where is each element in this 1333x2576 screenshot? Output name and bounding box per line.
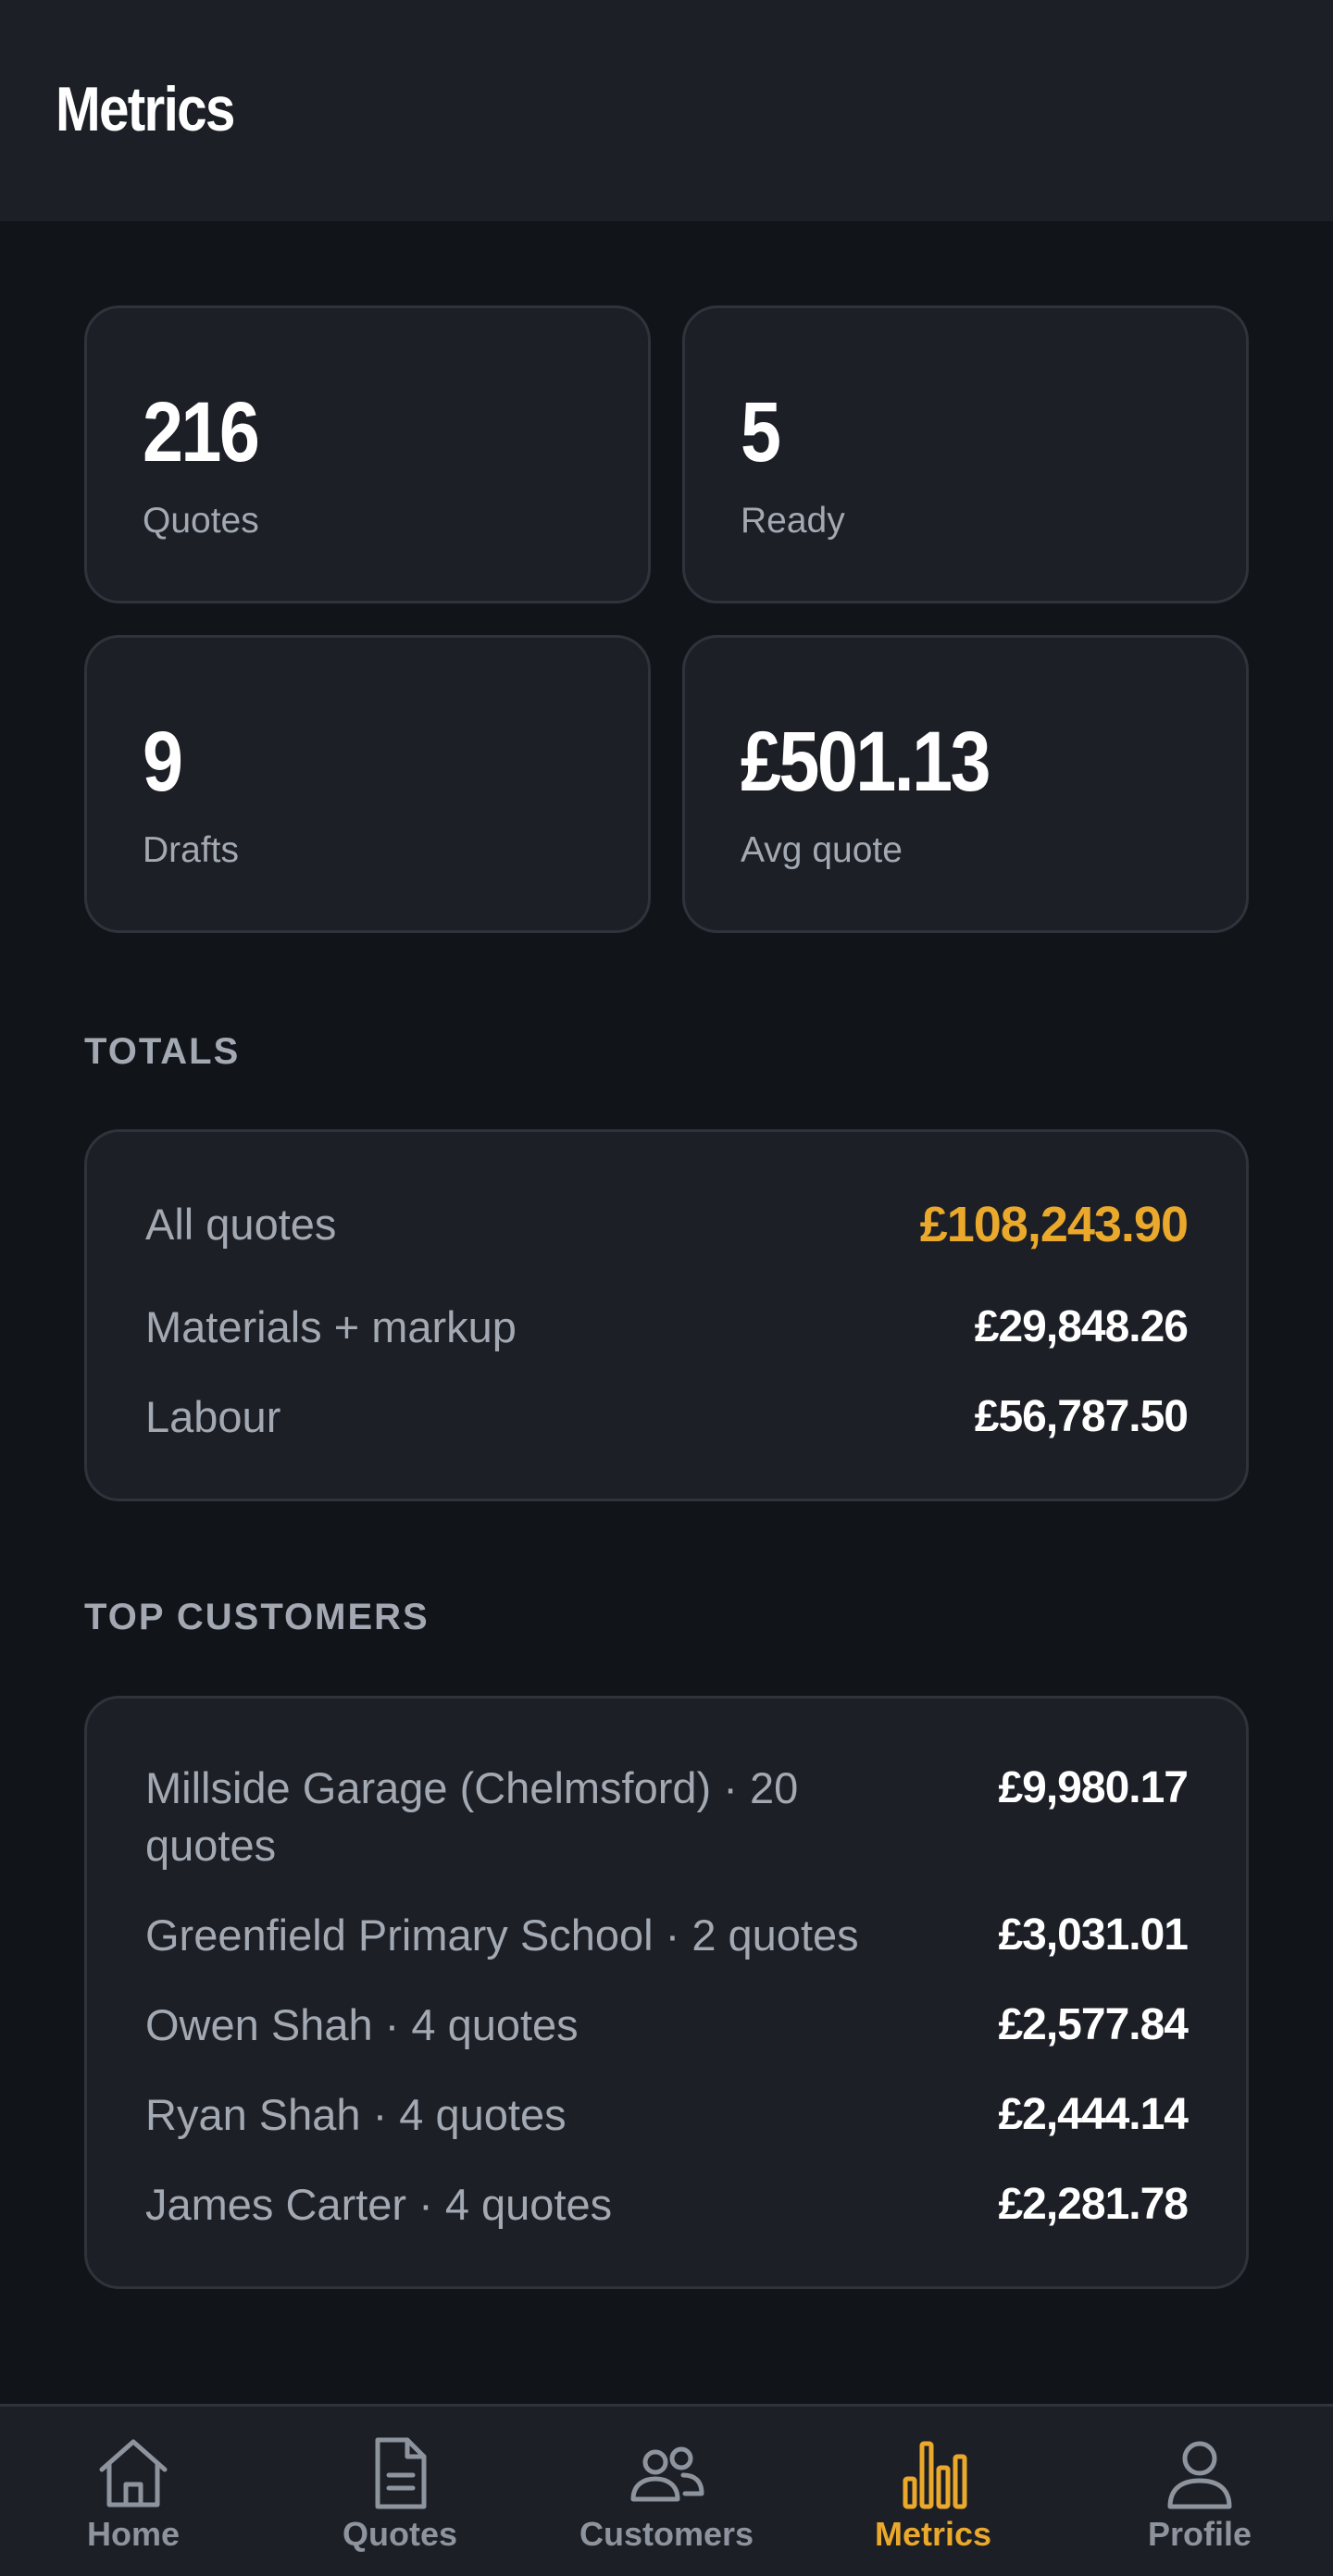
section-title-totals: TOTALS xyxy=(84,1031,241,1072)
page-title: Metrics xyxy=(56,74,235,144)
bar-chart-icon xyxy=(903,2441,967,2509)
customer-name: Millside Garage (Chelmsford) · 20 quotes xyxy=(145,1763,799,1870)
nav-item-home[interactable]: Home xyxy=(0,2407,267,2576)
stat-label: Quotes xyxy=(143,501,259,541)
stat-value: 9 xyxy=(143,715,183,809)
stat-label: Ready xyxy=(741,501,845,541)
totals-row-value: £56,787.50 xyxy=(974,1392,1189,1441)
nav-label: Home xyxy=(86,2515,181,2553)
stat-label: Drafts xyxy=(143,830,240,870)
totals-panel: All quotes £108,243.90 Materials + marku… xyxy=(84,1129,1249,1501)
document-icon xyxy=(375,2437,427,2509)
nav-item-quotes[interactable]: Quotes xyxy=(267,2407,533,2576)
bottom-nav: Home Quotes Customers Metrics Profile xyxy=(0,2404,1333,2576)
nav-item-customers[interactable]: Customers xyxy=(533,2407,800,2576)
nav-label: Quotes xyxy=(342,2515,457,2553)
totals-row-value: £29,848.26 xyxy=(974,1302,1189,1351)
customer-total: £9,980.17 xyxy=(998,1763,1189,1812)
totals-row: All quotes £108,243.90 xyxy=(145,1196,1189,1253)
customer-name: Owen Shah · 4 quotes xyxy=(145,2000,579,2049)
stat-card-quotes: 216 Quotes xyxy=(84,305,651,604)
customer-total: £2,281.78 xyxy=(998,2180,1189,2229)
customer-total: £3,031.01 xyxy=(998,1910,1189,1960)
stat-card-ready: 5 Ready xyxy=(682,305,1249,604)
nav-label: Profile xyxy=(1147,2515,1252,2553)
section-title-top-customers: TOP CUSTOMERS xyxy=(84,1597,430,1637)
stat-value: 5 xyxy=(741,385,781,479)
stat-value: £501.13 xyxy=(741,715,991,809)
stat-card-drafts: 9 Drafts xyxy=(84,635,651,933)
customer-name: James Carter · 4 quotes xyxy=(145,2180,613,2229)
customer-row[interactable]: James Carter · 4 quotes £2,281.78 xyxy=(145,2176,1189,2234)
stat-card-avg-quote: £501.13 Avg quote xyxy=(682,635,1249,933)
customer-name: Ryan Shah · 4 quotes xyxy=(145,2090,567,2139)
nav-item-metrics[interactable]: Metrics xyxy=(800,2407,1066,2576)
nav-item-profile[interactable]: Profile xyxy=(1066,2407,1333,2576)
customer-total: £2,577.84 xyxy=(998,2000,1189,2049)
customer-name: Greenfield Primary School · 2 quotes xyxy=(145,1910,859,1960)
totals-row: Materials + markup £29,848.26 xyxy=(145,1299,1189,1356)
app-header: Metrics xyxy=(0,0,1333,221)
stat-value: 216 xyxy=(143,385,260,479)
totals-row-label: Materials + markup xyxy=(145,1302,517,1351)
customer-row[interactable]: Millside Garage (Chelmsford) · 20 quotes… xyxy=(145,1760,1189,1874)
customer-row[interactable]: Owen Shah · 4 quotes £2,577.84 xyxy=(145,1997,1189,2054)
nav-label: Customers xyxy=(579,2515,754,2553)
customer-total: £2,444.14 xyxy=(998,2090,1189,2139)
customer-row[interactable]: Greenfield Primary School · 2 quotes £3,… xyxy=(145,1907,1189,1964)
nav-label: Metrics xyxy=(874,2515,992,2553)
stat-label: Avg quote xyxy=(741,830,903,870)
totals-row-label: All quotes xyxy=(145,1200,337,1249)
totals-row-value: £108,243.90 xyxy=(919,1197,1189,1252)
totals-row-label: Labour xyxy=(145,1392,281,1441)
totals-row: Labour £56,787.50 xyxy=(145,1388,1189,1446)
user-icon xyxy=(1167,2441,1232,2509)
users-icon xyxy=(630,2446,704,2502)
top-customers-panel: Millside Garage (Chelmsford) · 20 quotes… xyxy=(84,1696,1249,2289)
home-icon xyxy=(99,2439,168,2508)
customer-row[interactable]: Ryan Shah · 4 quotes £2,444.14 xyxy=(145,2086,1189,2144)
